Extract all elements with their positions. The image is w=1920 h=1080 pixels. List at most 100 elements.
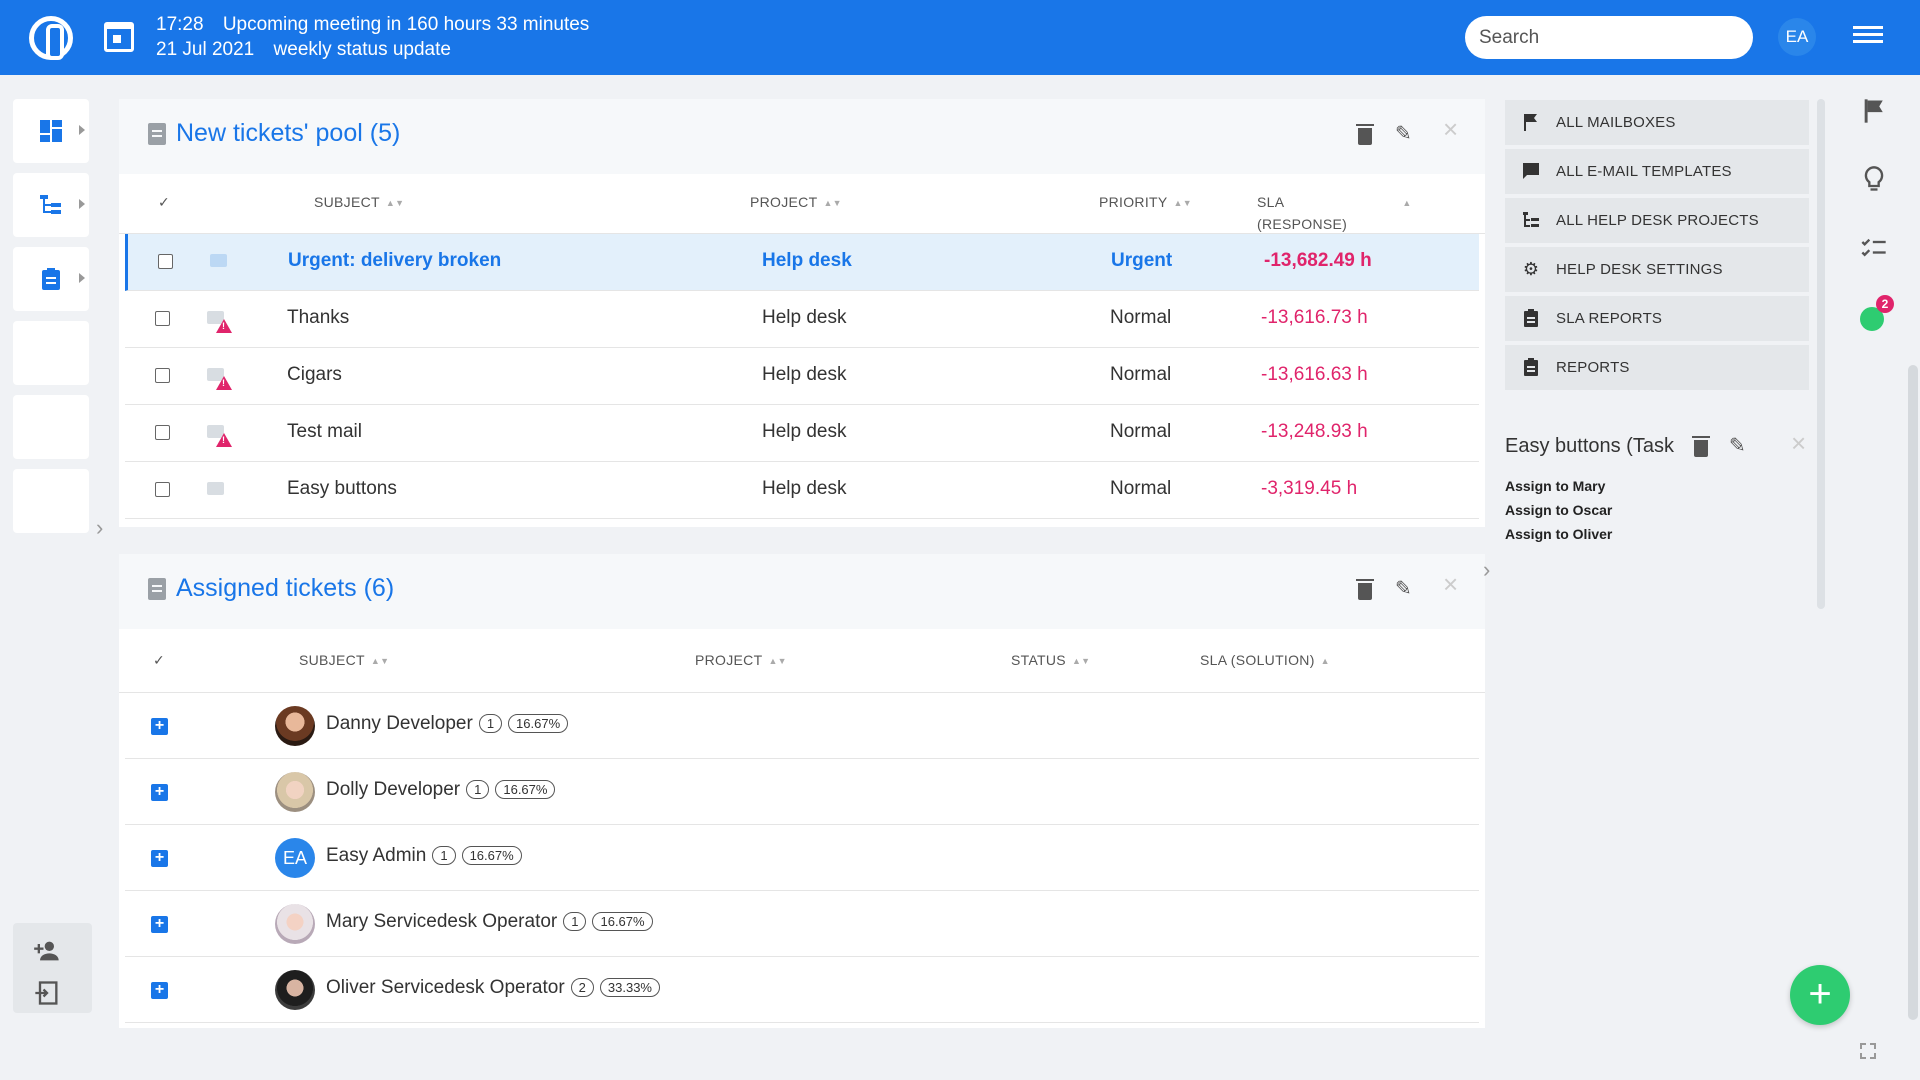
checklist-icon[interactable] [1860, 235, 1888, 263]
add-button[interactable]: + [1790, 965, 1850, 1025]
right-panel-scrollbar[interactable] [1817, 99, 1825, 609]
panel-title[interactable]: Assigned tickets (6) [176, 574, 394, 603]
column-project[interactable]: PROJECT ▲▼ [695, 652, 787, 668]
logout-icon[interactable] [33, 979, 61, 1007]
meeting-line-2[interactable]: 21 Jul 2021 weekly status update [156, 39, 465, 61]
row-checkbox[interactable] [158, 254, 173, 269]
notification-badge: 2 [1876, 295, 1894, 313]
expand-plus-icon[interactable]: + [151, 916, 168, 933]
close-icon[interactable]: × [1791, 430, 1806, 456]
sidebar-item-tasks[interactable] [13, 247, 89, 311]
check-all-header[interactable]: ✓ [158, 194, 170, 211]
pencil-icon[interactable]: ✎ [1395, 124, 1415, 144]
column-label: SLA [1257, 194, 1285, 210]
warning-icon [216, 376, 232, 390]
search-input[interactable] [1465, 16, 1753, 59]
assignee-name[interactable]: Mary Servicedesk Operator 1 16.67% [326, 911, 653, 933]
assignee-name[interactable]: Easy Admin 1 16.67% [326, 845, 522, 867]
hamburger-menu-icon[interactable] [1853, 26, 1883, 48]
column-status[interactable]: STATUS ▲▼ [1011, 652, 1090, 668]
sidebar-item-projects[interactable] [13, 173, 89, 237]
assignee-row[interactable]: + Danny Developer 1 16.67% [125, 693, 1479, 759]
row-checkbox[interactable] [155, 368, 170, 383]
trash-icon[interactable] [1356, 579, 1374, 600]
app-logo[interactable] [29, 16, 73, 60]
assignee-name[interactable]: Dolly Developer 1 16.67% [326, 779, 556, 801]
expand-plus-icon[interactable]: + [151, 850, 168, 867]
column-sla-solution[interactable]: SLA (SOLUTION) ▲ [1200, 652, 1330, 668]
ticket-project[interactable]: Help desk [762, 478, 847, 500]
ticket-project[interactable]: Help desk [762, 421, 847, 443]
menu-item-help-desk-settings[interactable]: ⚙ HELP DESK SETTINGS [1505, 247, 1809, 292]
trash-icon[interactable] [1356, 124, 1374, 145]
expand-plus-icon[interactable]: + [151, 784, 168, 801]
menu-item-sla-reports[interactable]: SLA REPORTS [1505, 296, 1809, 341]
ticket-project[interactable]: Help desk [762, 250, 852, 272]
ticket-subject[interactable]: Thanks [287, 307, 349, 329]
column-subject[interactable]: SUBJECT ▲▼ [299, 652, 389, 668]
sidebar-item-empty-2[interactable] [13, 395, 89, 459]
ticket-count-badge: 1 [466, 780, 490, 800]
pencil-icon[interactable]: ✎ [1729, 436, 1749, 456]
sidebar-item-empty-3[interactable] [13, 469, 89, 533]
column-subject[interactable]: SUBJECT ▲▼ [314, 194, 404, 210]
row-checkbox[interactable] [155, 425, 170, 440]
menu-item-mailboxes[interactable]: ALL MAILBOXES [1505, 100, 1809, 145]
ticket-project[interactable]: Help desk [762, 364, 847, 386]
column-priority[interactable]: PRIORITY ▲▼ [1099, 194, 1192, 210]
meeting-line-1[interactable]: 17:28 Upcoming meeting in 160 hours 33 m… [156, 14, 603, 36]
assignee-name[interactable]: Oliver Servicedesk Operator 2 33.33% [326, 977, 660, 999]
sidebar-item-empty-1[interactable] [13, 321, 89, 385]
column-project[interactable]: PROJECT ▲▼ [750, 194, 842, 210]
column-label: SLA (SOLUTION) [1200, 652, 1315, 668]
row-checkbox[interactable] [155, 482, 170, 497]
expand-sidebar-icon[interactable]: › [96, 515, 103, 541]
assignee-row[interactable]: + Mary Servicedesk Operator 1 16.67% [125, 891, 1479, 957]
row-checkbox[interactable] [155, 311, 170, 326]
add-user-icon[interactable] [33, 937, 61, 965]
chevron-right-icon [79, 199, 85, 209]
table-row[interactable]: Cigars Help desk Normal -13,616.63 h [125, 348, 1479, 405]
menu-item-email-templates[interactable]: ALL E-MAIL TEMPLATES [1505, 149, 1809, 194]
trash-icon[interactable] [1692, 436, 1710, 457]
assignee-row[interactable]: + Dolly Developer 1 16.67% [125, 759, 1479, 825]
assignee-row[interactable]: + Oliver Servicedesk Operator 2 33.33% [125, 957, 1479, 1023]
ticket-subject[interactable]: Cigars [287, 364, 342, 386]
close-icon[interactable]: × [1443, 116, 1458, 142]
ticket-subject[interactable]: Easy buttons [287, 478, 397, 500]
table-row[interactable]: Easy buttons Help desk Normal -3,319.45 h [125, 462, 1479, 519]
calendar-icon[interactable] [104, 22, 134, 52]
flag-icon[interactable] [1860, 97, 1888, 125]
column-sla[interactable]: SLA ▲ [1257, 194, 1412, 210]
assignee-row[interactable]: + EA Easy Admin 1 16.67% [125, 825, 1479, 891]
easy-button-assign-oscar[interactable]: Assign to Oscar [1505, 502, 1612, 518]
fullscreen-icon[interactable] [1860, 1043, 1876, 1059]
check-all-header[interactable]: ✓ [153, 652, 165, 669]
pencil-icon[interactable]: ✎ [1395, 579, 1415, 599]
table-row[interactable]: Urgent: delivery broken Help desk Urgent -1… [125, 234, 1479, 291]
lightbulb-icon[interactable] [1860, 165, 1888, 193]
easy-button-assign-mary[interactable]: Assign to Mary [1505, 478, 1605, 494]
ticket-sla: -13,616.63 h [1261, 364, 1368, 385]
assignee-name[interactable]: Danny Developer 1 16.67% [326, 713, 569, 735]
menu-item-reports[interactable]: REPORTS [1505, 345, 1809, 390]
sort-icon: ▲▼ [768, 656, 787, 667]
ticket-project[interactable]: Help desk [762, 307, 847, 329]
ticket-subject[interactable]: Test mail [287, 421, 362, 443]
easy-button-assign-oliver[interactable]: Assign to Oliver [1505, 526, 1612, 542]
table-row[interactable]: Thanks Help desk Normal -13,616.73 h [125, 291, 1479, 348]
close-icon[interactable]: × [1443, 571, 1458, 597]
ticket-priority: Normal [1110, 364, 1172, 385]
ticket-subject[interactable]: Urgent: delivery broken [288, 250, 501, 272]
collapse-right-panel-icon[interactable]: › [1483, 557, 1490, 583]
panel-title[interactable]: New tickets' pool (5) [176, 119, 400, 148]
expand-plus-icon[interactable]: + [151, 718, 168, 735]
page-scrollbar[interactable] [1908, 365, 1918, 1020]
menu-item-help-desk-projects[interactable]: ALL HELP DESK PROJECTS [1505, 198, 1809, 243]
sidebar-item-dashboard[interactable] [13, 99, 89, 163]
expand-plus-icon[interactable]: + [151, 982, 168, 999]
message-icon [207, 482, 224, 495]
table-row[interactable]: Test mail Help desk Normal -13,248.93 h [125, 405, 1479, 462]
user-avatar[interactable]: EA [1778, 18, 1816, 56]
column-label: PRIORITY [1099, 194, 1168, 210]
